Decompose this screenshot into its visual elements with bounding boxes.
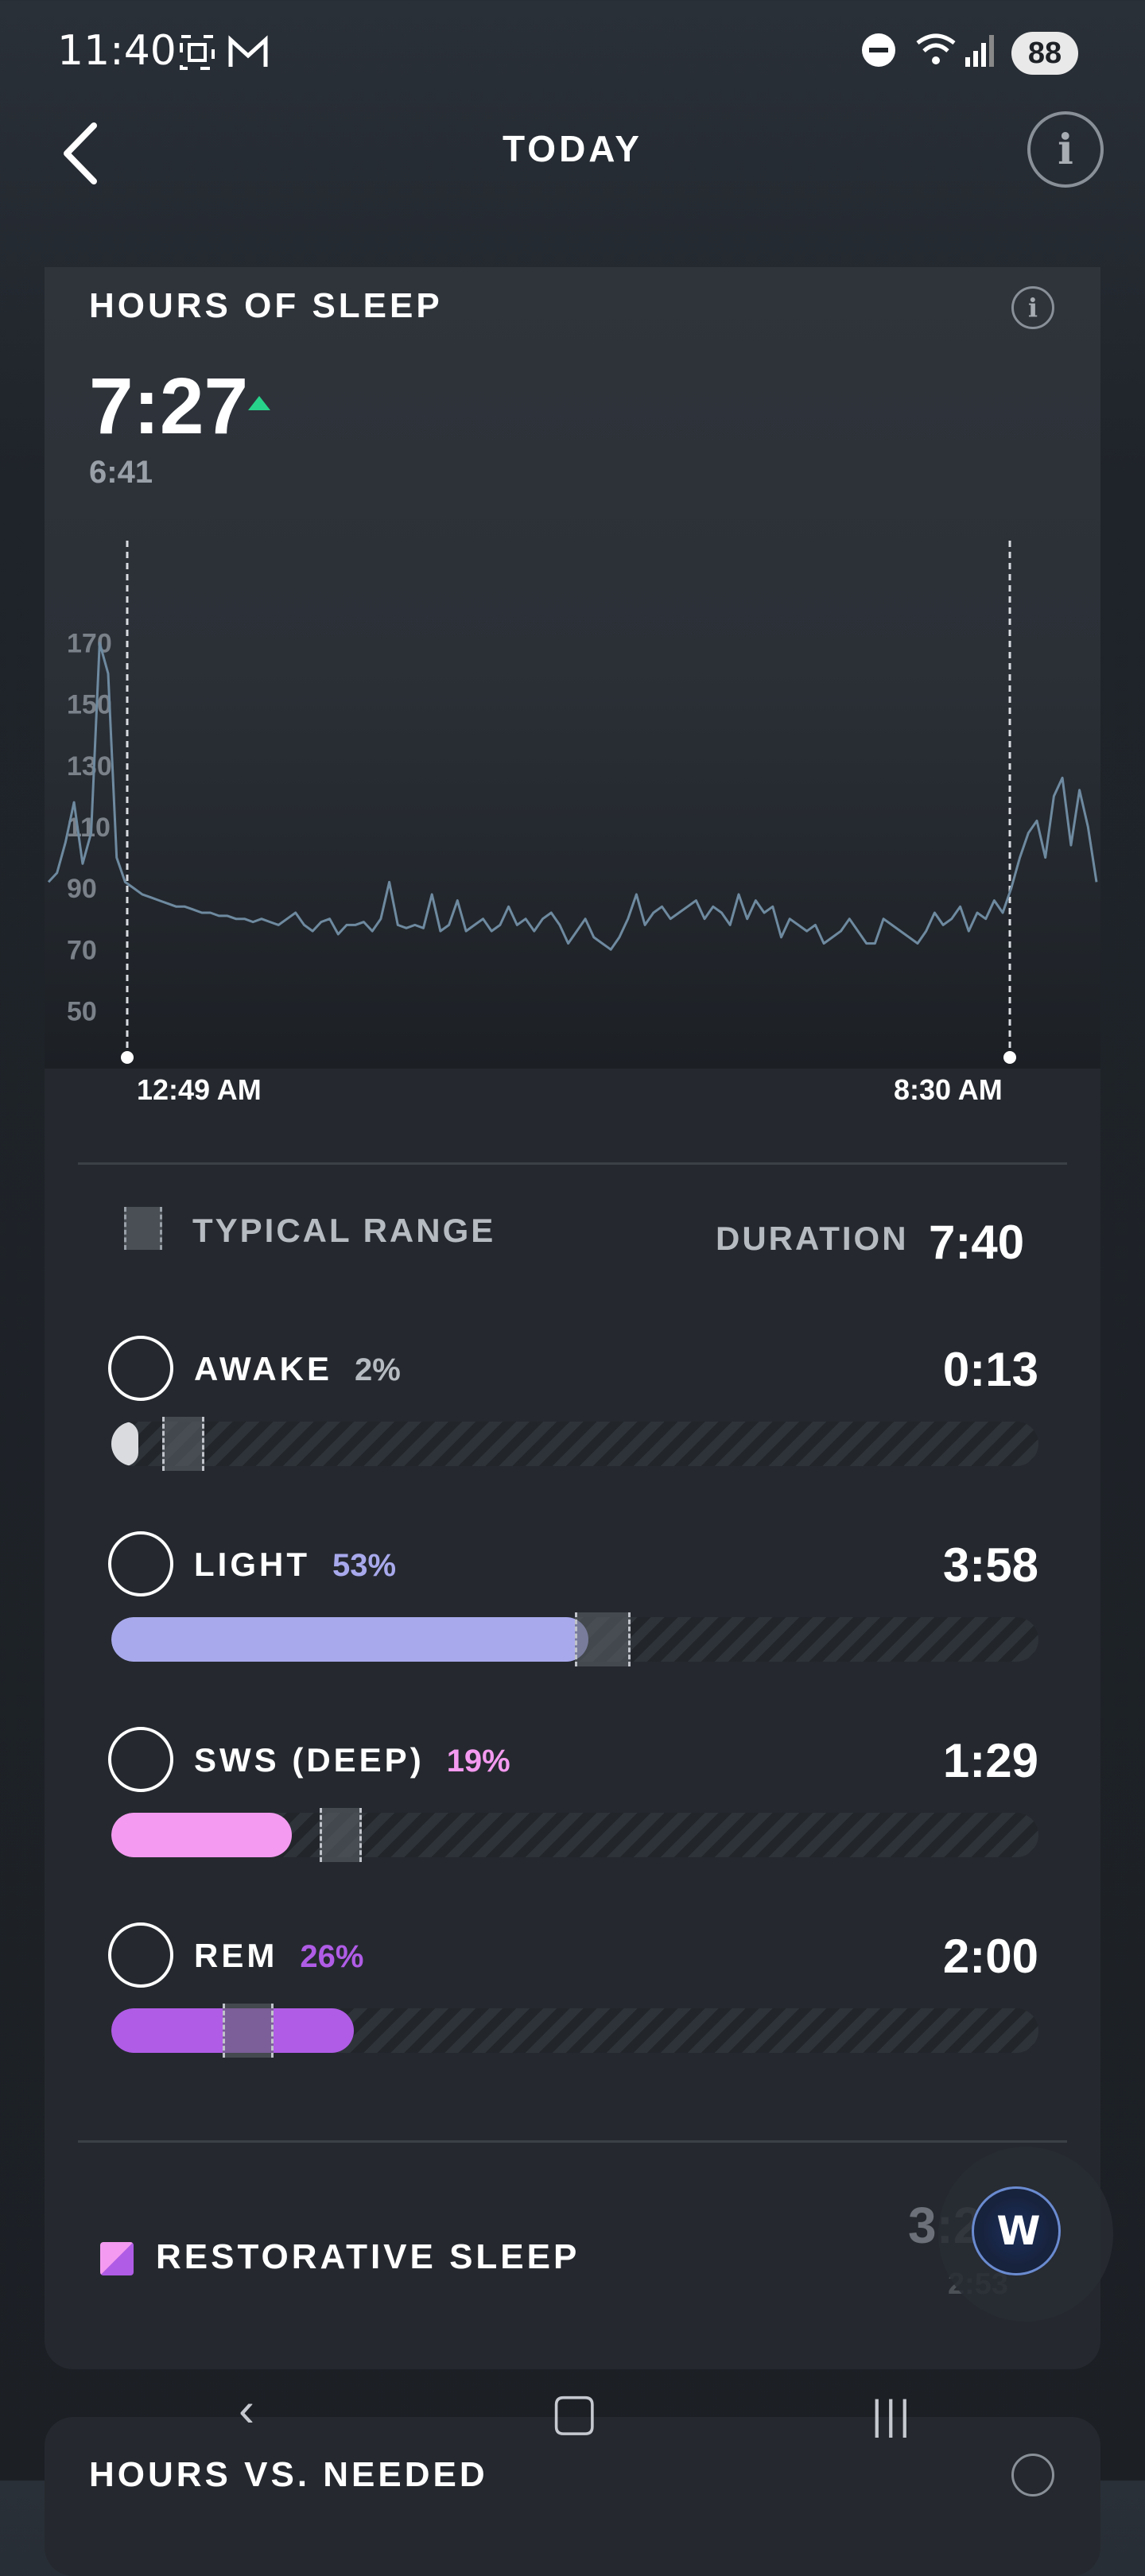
page-title: TODAY	[503, 128, 642, 169]
battery-indicator: 88	[1011, 32, 1078, 75]
duration-label: DURATION	[716, 1220, 909, 1257]
info-icon[interactable]	[1011, 2454, 1054, 2496]
typical-range-swatch	[124, 1207, 162, 1250]
dnd-icon	[860, 32, 897, 77]
hours-info-button[interactable]: i	[1011, 286, 1054, 329]
stage-typical-range	[111, 1417, 1038, 1471]
stage-duration: 2:00	[942, 1930, 1038, 1983]
wifi-icon	[914, 32, 957, 77]
stage-percentage: 19%	[446, 1744, 510, 1779]
hours-of-sleep-title: HOURS OF SLEEP	[89, 286, 443, 325]
stage-circle-icon	[108, 1922, 173, 1988]
sleep-start-time: 12:49 AM	[137, 1073, 262, 1106]
heart-rate-chart: 170150130110907050	[47, 541, 1098, 1064]
screenshot-icon	[177, 32, 218, 82]
whoop-assistant-button[interactable]: W	[972, 2186, 1061, 2275]
duration-value: 7:40	[929, 1216, 1025, 1269]
stage-circle-icon	[108, 1336, 173, 1401]
nav-recents-button[interactable]: |||	[871, 2392, 914, 2439]
nav-back-button[interactable]: ‹	[239, 2382, 254, 2437]
signal-icon	[964, 32, 999, 77]
divider	[78, 2140, 1067, 2143]
y-tick-label: 170	[67, 629, 112, 659]
stage-circle-icon	[108, 1727, 173, 1792]
heart-rate-line	[47, 642, 1098, 951]
divider	[78, 1162, 1067, 1165]
y-tick-label: 130	[67, 751, 112, 782]
sleep-end-time: 8:30 AM	[894, 1073, 1003, 1106]
whoop-logo-icon: W	[996, 2208, 1040, 2254]
y-tick-label: 50	[67, 996, 97, 1026]
info-icon: i	[1058, 125, 1073, 174]
hours-previous-value: 6:41	[89, 455, 153, 490]
stage-percentage: 26%	[300, 1939, 364, 1974]
stage-typical-range	[111, 1808, 1038, 1862]
sleep-boundary-dot	[121, 1051, 134, 1064]
stage-typical-range	[111, 1612, 1038, 1666]
y-tick-label: 90	[67, 874, 97, 904]
gmail-icon	[226, 32, 270, 82]
restorative-swatch	[100, 2242, 134, 2275]
stage-duration: 3:58	[942, 1538, 1038, 1592]
nav-home-button[interactable]: ▢	[550, 2382, 598, 2442]
y-tick-label: 150	[67, 690, 112, 720]
stage-name: LIGHT 53%	[194, 1546, 397, 1583]
typical-range-marker	[222, 2004, 274, 2058]
trend-up-icon	[248, 396, 270, 410]
info-icon: i	[1027, 293, 1038, 323]
typical-range-label: TYPICAL RANGE	[192, 1212, 496, 1249]
hours-of-sleep-value: 7:27	[89, 362, 249, 451]
stage-name: AWAKE 2%	[194, 1350, 401, 1387]
typical-range-marker	[575, 1612, 631, 1666]
restorative-sleep-label: RESTORATIVE SLEEP	[156, 2237, 580, 2276]
stage-duration: 0:13	[942, 1343, 1038, 1396]
stage-name: SWS (DEEP) 19%	[194, 1741, 510, 1779]
stage-duration: 1:29	[942, 1734, 1038, 1787]
y-tick-label: 70	[67, 935, 97, 965]
stage-percentage: 53%	[332, 1548, 397, 1583]
info-button[interactable]: i	[1027, 111, 1104, 188]
stage-name: REM 26%	[194, 1937, 364, 1974]
stage-percentage: 2%	[355, 1352, 401, 1387]
stage-typical-range	[111, 2004, 1038, 2058]
typical-range-marker	[162, 1417, 204, 1471]
status-time: 11:40	[57, 27, 177, 75]
stage-circle-icon	[108, 1531, 173, 1596]
typical-range-marker	[320, 1808, 362, 1862]
hours-vs-needed-title: HOURS VS. NEEDED	[89, 2455, 488, 2494]
sleep-boundary-dot	[1003, 1051, 1016, 1064]
